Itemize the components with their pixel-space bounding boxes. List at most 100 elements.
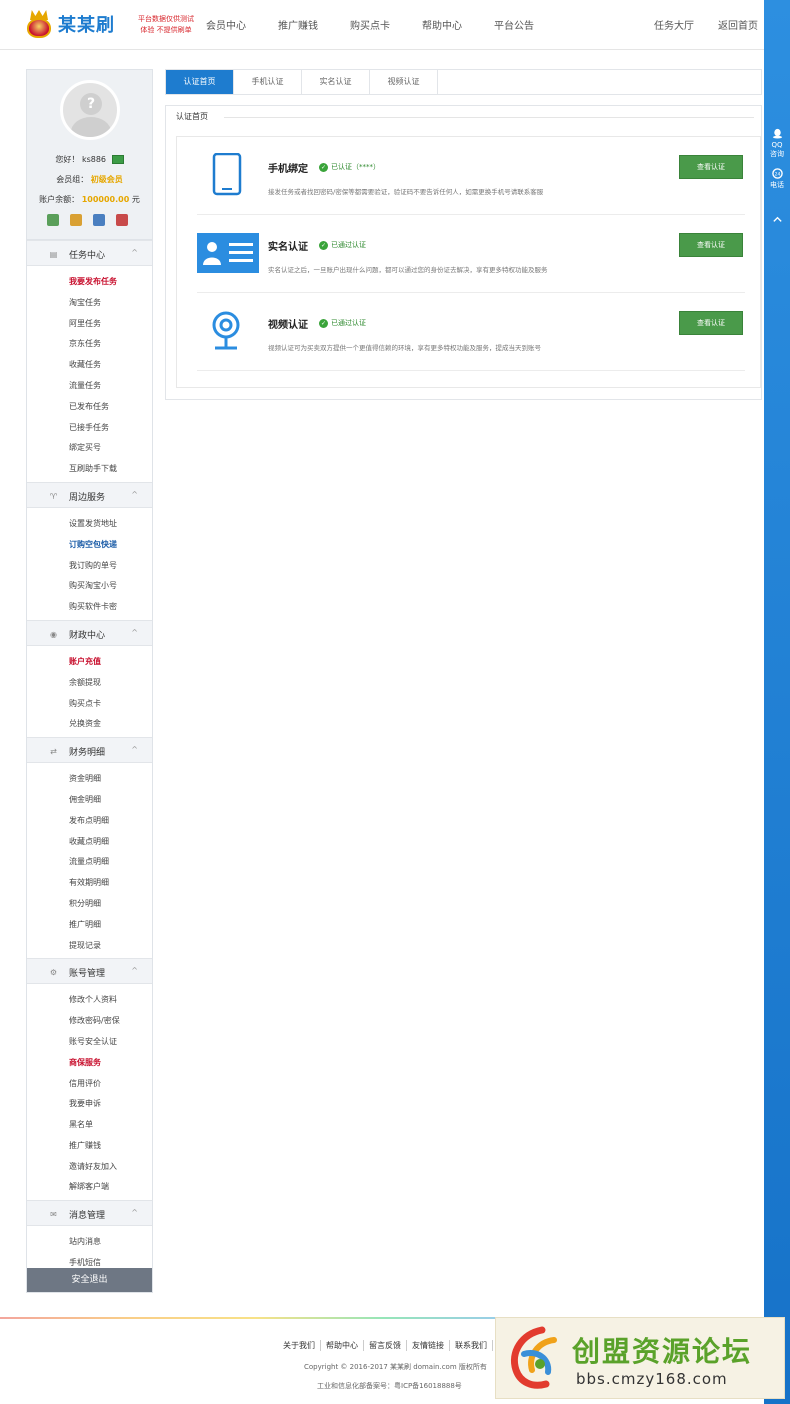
site-slogan: 平台数据仅供测试 体验 不提供刷单: [138, 15, 194, 34]
sidebar-section-items: 我要发布任务 淘宝任务 阿里任务 京东任务 收藏任务 流量任务 已发布任务 已接手任务 绑定买号…: [27, 266, 152, 482]
auth-status-text: 已认证（****）: [331, 163, 380, 171]
sidebar-item[interactable]: 解绑客户端: [27, 1177, 152, 1198]
nav-item[interactable]: 购买点卡: [350, 17, 390, 32]
nav-item[interactable]: 平台公告: [494, 17, 534, 32]
chevron-up-icon[interactable]: ^: [131, 248, 138, 257]
sidebar-item[interactable]: 有效期明细: [27, 873, 152, 894]
tab-0[interactable]: 认证首页: [166, 70, 234, 94]
nav-right-item[interactable]: 任务大厅: [654, 17, 694, 32]
qq-consult-button[interactable]: QQ 咨询: [764, 128, 790, 159]
sidebar-section-title: 财务明细: [69, 748, 106, 759]
sidebar-item[interactable]: 购买点卡: [27, 694, 152, 715]
sidebar-item[interactable]: 推广明细: [27, 915, 152, 936]
view-auth-button[interactable]: 查看认证: [679, 155, 743, 179]
sidebar-item[interactable]: 修改密码/密保: [27, 1011, 152, 1032]
auth-card: 手机绑定 ✓ 已认证（****） 接发任务或者找回密码/密保等都需要验证，验证码不要告…: [176, 136, 761, 388]
footer-link[interactable]: 帮助中心: [321, 1340, 364, 1351]
auth-status-text: 已通过认证: [331, 319, 366, 327]
watermark-title: 创盟资源论坛: [572, 1335, 753, 1368]
sidebar-section-header[interactable]: ♈ 周边服务 ^: [27, 481, 152, 508]
sidebar-item[interactable]: 订购空包快递: [27, 535, 152, 556]
sidebar-item[interactable]: 黑名单: [27, 1115, 152, 1136]
phone-status-icon[interactable]: [47, 214, 59, 226]
sidebar-item[interactable]: 已接手任务: [27, 418, 152, 439]
chevron-up-icon[interactable]: ^: [131, 1208, 138, 1217]
sidebar-item[interactable]: 修改个人资料: [27, 990, 152, 1011]
sidebar-item[interactable]: 设置发货地址: [27, 514, 152, 535]
sidebar-item[interactable]: 阿里任务: [27, 314, 152, 335]
footer-link[interactable]: 关于我们: [278, 1340, 321, 1351]
sidebar-item[interactable]: 发布点明细: [27, 811, 152, 832]
chevron-up-icon[interactable]: ^: [131, 628, 138, 637]
chevron-up-icon[interactable]: ^: [131, 745, 138, 754]
verified-badge-icon[interactable]: [111, 155, 124, 164]
sidebar-item[interactable]: 收藏任务: [27, 355, 152, 376]
avatar[interactable]: ?: [60, 80, 120, 140]
sidebar-item[interactable]: 兑换资金: [27, 714, 152, 735]
realname-status-icon[interactable]: [70, 214, 82, 226]
sidebar-item[interactable]: 收藏点明细: [27, 832, 152, 853]
site-logo[interactable]: 某某刷: [24, 8, 115, 40]
tab-1[interactable]: 手机认证: [234, 70, 302, 94]
greeting-line: 您好！ ks886: [27, 154, 152, 165]
auth-name: 视频认证: [268, 320, 308, 331]
footer-link[interactable]: 留言反馈: [364, 1340, 407, 1351]
top-header: 某某刷 平台数据仅供测试 体验 不提供刷单 会员中心 推广赚钱 购买点卡 帮助中心 平台…: [0, 0, 764, 50]
tab-3[interactable]: 视频认证: [370, 70, 438, 94]
chevron-up-icon[interactable]: ^: [131, 490, 138, 499]
sidebar-item[interactable]: 我订购的单号: [27, 556, 152, 577]
username: ks886: [81, 155, 107, 164]
sidebar-section-header[interactable]: ◉ 财政中心 ^: [27, 619, 152, 646]
view-auth-button[interactable]: 查看认证: [679, 311, 743, 335]
sidebar-item[interactable]: 互刷助手下载: [27, 459, 152, 480]
footer-link[interactable]: 联系我们: [450, 1340, 493, 1351]
sidebar-item[interactable]: 账号安全认证: [27, 1032, 152, 1053]
scroll-top-button[interactable]: [764, 214, 790, 227]
tab-2[interactable]: 实名认证: [302, 70, 370, 94]
footer-link[interactable]: 友情链接: [407, 1340, 450, 1351]
nav-item[interactable]: 推广赚钱: [278, 17, 318, 32]
sidebar-item[interactable]: 推广赚钱: [27, 1136, 152, 1157]
sidebar-section-header[interactable]: ⇄ 财务明细 ^: [27, 737, 152, 764]
sidebar-sections: ▤ 任务中心 ^ 我要发布任务 淘宝任务 阿里任务 京东任务 收藏任务 流量任务 已发布任务 已接手…: [27, 240, 152, 1276]
auth-desc: 实名认证之后，一旦账户出现什么问题，都可以通过您的身份证去解决，享有更多特权功能…: [268, 266, 548, 274]
sidebar-item[interactable]: 邀请好友加入: [27, 1157, 152, 1178]
nav-item[interactable]: 会员中心: [206, 17, 246, 32]
sidebar-section-title: 账号管理: [69, 969, 106, 980]
sidebar-item[interactable]: 淘宝任务: [27, 293, 152, 314]
phone-consult-button[interactable]: 24 电话: [764, 168, 790, 190]
sidebar-item[interactable]: 购买淘宝小号: [27, 576, 152, 597]
sidebar-section-header[interactable]: ▤ 任务中心 ^: [27, 240, 152, 266]
sidebar-item[interactable]: 商保服务: [27, 1053, 152, 1074]
logout-button[interactable]: 安全退出: [27, 1268, 152, 1292]
sidebar-item[interactable]: 我要申诉: [27, 1094, 152, 1115]
sidebar-item[interactable]: 站内消息: [27, 1232, 152, 1253]
sidebar-section-items: 修改个人资料 修改密码/密保 账号安全认证 商保服务 信用评价 我要申诉 黑名单 推广赚钱 邀请…: [27, 984, 152, 1200]
sidebar-item[interactable]: 资金明细: [27, 769, 152, 790]
footer-links: 关于我们 帮助中心 留言反馈 友情链接 联系我们: [278, 1340, 493, 1351]
sidebar-item[interactable]: 流量任务: [27, 376, 152, 397]
sidebar-item[interactable]: 提现记录: [27, 936, 152, 957]
sidebar-item[interactable]: 佣金明细: [27, 790, 152, 811]
video-status-icon[interactable]: [116, 214, 128, 226]
view-auth-button[interactable]: 查看认证: [679, 233, 743, 257]
sidebar-section-header[interactable]: ⚙ 账号管理 ^: [27, 958, 152, 985]
footer-copyright: Copyright © 2016-2017 某某刷 domain.com 版权所…: [304, 1363, 487, 1371]
sidebar-item[interactable]: 我要发布任务: [27, 272, 152, 293]
idcard-status-icon[interactable]: [93, 214, 105, 226]
sidebar-item[interactable]: 信用评价: [27, 1074, 152, 1095]
nav-item[interactable]: 帮助中心: [422, 17, 462, 32]
nav-right-item[interactable]: 返回首页: [718, 17, 758, 32]
sidebar-item[interactable]: 京东任务: [27, 334, 152, 355]
sidebar-item[interactable]: 积分明细: [27, 894, 152, 915]
auth-status-text: 已通过认证: [331, 241, 366, 249]
sidebar-item[interactable]: 绑定买号: [27, 438, 152, 459]
sidebar-section-header[interactable]: ✉ 消息管理 ^: [27, 1200, 152, 1227]
main-nav: 会员中心 推广赚钱 购买点卡 帮助中心 平台公告: [206, 17, 566, 32]
sidebar-item[interactable]: 流量点明细: [27, 852, 152, 873]
chevron-up-icon[interactable]: ^: [131, 966, 138, 975]
sidebar-item[interactable]: 余额提现: [27, 673, 152, 694]
sidebar-item[interactable]: 购买软件卡密: [27, 597, 152, 618]
sidebar-item[interactable]: 账户充值: [27, 652, 152, 673]
sidebar-item[interactable]: 已发布任务: [27, 397, 152, 418]
